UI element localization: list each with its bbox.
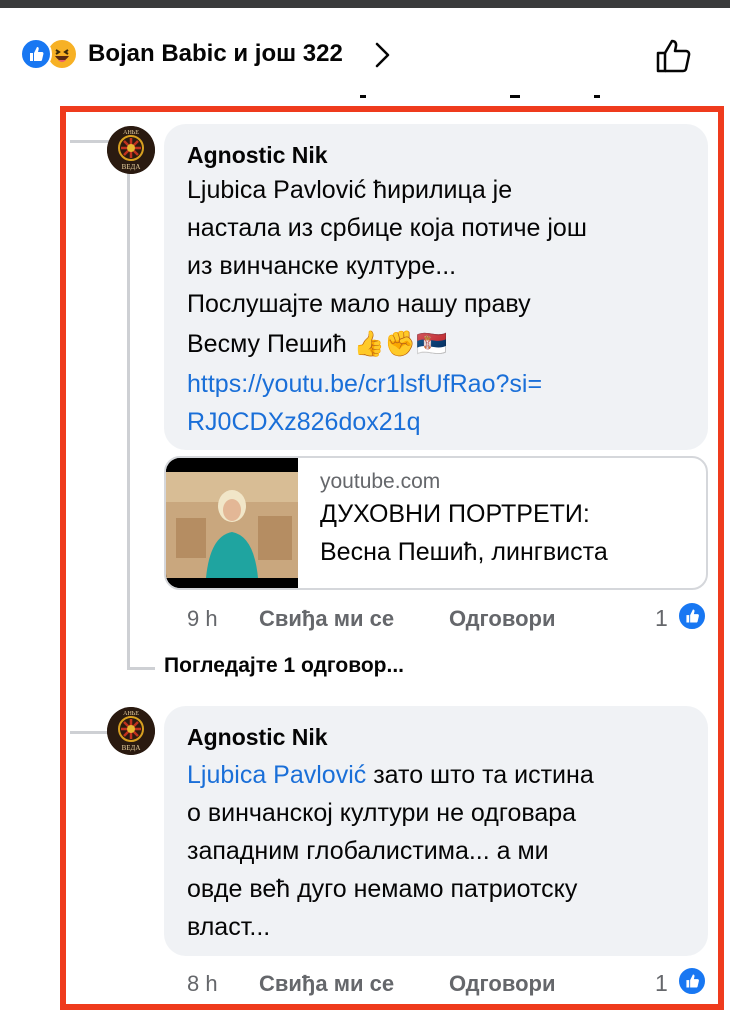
thumbs-up-outline-icon[interactable]: [652, 34, 696, 78]
highlight-box: [60, 106, 724, 1010]
reactors-label[interactable]: Bojan Babic и још 322: [88, 40, 343, 68]
clipped-previous-text: [360, 90, 620, 98]
reactions-header: Bojan Babic и још 322: [0, 8, 730, 96]
chevron-right-icon[interactable]: [372, 38, 394, 72]
like-reaction-icon: [20, 38, 52, 70]
reactions-summary[interactable]: [20, 38, 84, 72]
status-bar: [0, 0, 730, 8]
